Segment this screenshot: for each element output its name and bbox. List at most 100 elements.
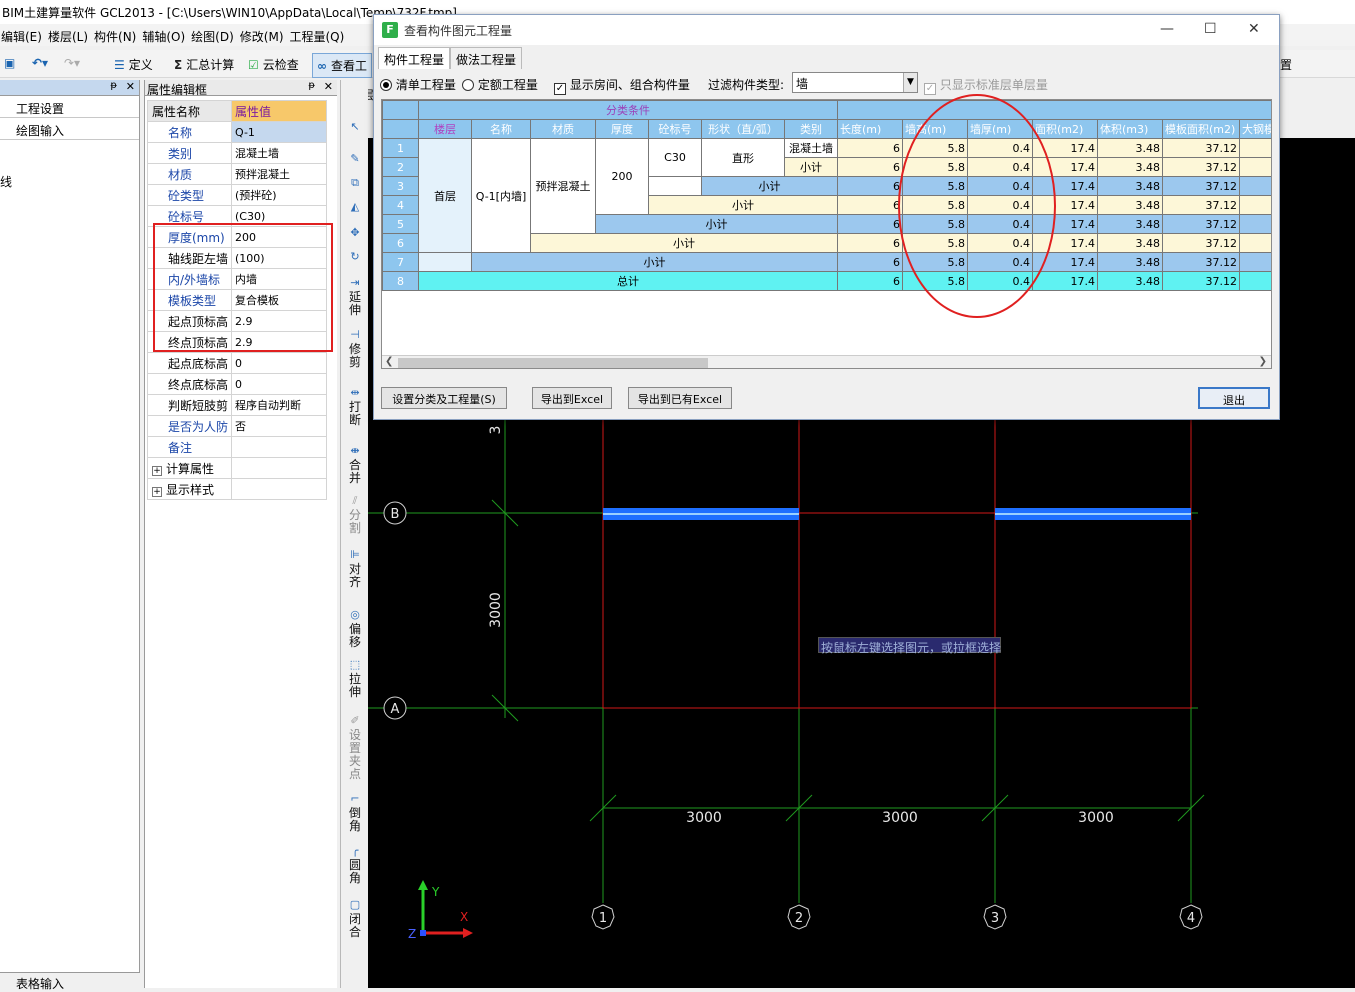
- exit-button[interactable]: 退出: [1198, 387, 1270, 409]
- close-icon[interactable]: ✕: [1248, 21, 1260, 37]
- chamfer-tool[interactable]: ⌐ 倒角: [345, 792, 365, 833]
- merge-tool[interactable]: ⇼ 合并: [345, 444, 365, 485]
- table-row[interactable]: 8 总计 6 5.8 0.4 17.4 3.48 37.12: [382, 271, 1271, 291]
- nav-panel: ᵽ ✕ 工程设置 绘图输入 线: [0, 80, 140, 972]
- expand-icon[interactable]: +: [152, 465, 162, 476]
- prop-value[interactable]: Q-1: [231, 121, 327, 143]
- menu-edit[interactable]: 编辑(E): [0, 24, 47, 45]
- col-header[interactable]: 砼标号: [648, 119, 702, 139]
- filter-type-select[interactable]: 墙 ▼: [792, 72, 918, 93]
- nav-item-drawing-input[interactable]: 绘图输入: [0, 118, 139, 140]
- table-row[interactable]: 7 小计 6 5.8 0.4 17.4 3.48 37.12: [382, 252, 1271, 272]
- scroll-thumb[interactable]: [398, 358, 708, 368]
- col-header[interactable]: 类别: [784, 119, 838, 139]
- move-icon[interactable]: ✥: [345, 226, 365, 241]
- col-header[interactable]: 形状（直/弧）: [701, 119, 785, 139]
- export-existing-excel-button[interactable]: 导出到已有Excel: [628, 387, 732, 409]
- tab-component-quantity[interactable]: 构件工程量: [378, 47, 451, 69]
- tab-method-quantity[interactable]: 做法工程量: [450, 47, 523, 69]
- prop-value[interactable]: 否: [231, 415, 327, 437]
- close-shape-icon: ▢: [349, 898, 361, 911]
- cell-total: 总计: [418, 271, 838, 291]
- tab-table-input[interactable]: 表格输入: [0, 972, 140, 991]
- close-tool[interactable]: ▢ 闭合: [345, 898, 365, 939]
- menu-modify[interactable]: 修改(M): [239, 24, 289, 45]
- group-header-blank: [836, 100, 1271, 120]
- radio-bill-quantity[interactable]: 清单工程量: [380, 76, 456, 93]
- grip-tool[interactable]: ✐ 设置夹点: [345, 714, 365, 781]
- extend-tool[interactable]: ⇥ 延伸: [345, 276, 365, 317]
- trim-tool[interactable]: ⊣ 修剪: [345, 328, 365, 369]
- cell-formwork: 37.12: [1162, 214, 1240, 234]
- col-header[interactable]: 体积(m3): [1097, 119, 1163, 139]
- offset-tool[interactable]: ◎ 偏移: [345, 608, 365, 649]
- menu-aux-axis[interactable]: 辅轴(O): [141, 24, 190, 45]
- col-header[interactable]: 面积(m2): [1032, 119, 1098, 139]
- sum-calc-button[interactable]: Σ 汇总计算: [174, 56, 234, 73]
- prop-group-display[interactable]: + 显示样式: [147, 478, 232, 500]
- checkbox-standard-floor[interactable]: ✓ 只显示标准层单层量: [924, 76, 1048, 95]
- corner-cell: [382, 100, 419, 120]
- row-number: 4: [382, 195, 419, 215]
- nav-item-project-settings[interactable]: 工程设置: [0, 96, 139, 118]
- prop-value[interactable]: [231, 436, 327, 458]
- prop-value[interactable]: 混凝土墙: [231, 142, 327, 164]
- checkbox-show-rooms[interactable]: ✓ 显示房间、组合构件量: [554, 76, 690, 95]
- set-classification-button[interactable]: 设置分类及工程量(S): [381, 387, 507, 409]
- rotate-icon[interactable]: ↻: [345, 250, 365, 265]
- prop-value[interactable]: 预拌混凝土: [231, 163, 327, 185]
- pen-icon[interactable]: ✎: [345, 152, 365, 167]
- pin-icon[interactable]: ᵽ: [308, 80, 315, 91]
- prop-group-calc[interactable]: + 计算属性: [147, 457, 232, 479]
- menu-floor[interactable]: 楼层(L): [47, 24, 93, 45]
- col-header[interactable]: 厚度: [595, 119, 649, 139]
- radio-quota-quantity[interactable]: 定额工程量: [462, 76, 538, 93]
- export-excel-button[interactable]: 导出到Excel: [532, 387, 612, 409]
- nav-tree-text[interactable]: 线: [0, 173, 12, 190]
- break-tool[interactable]: ⇹ 打断: [345, 386, 365, 427]
- close-icon[interactable]: ✕: [324, 80, 333, 93]
- glasses-icon: ∞: [317, 59, 327, 73]
- fillet-tool[interactable]: ╭ 圆角: [345, 844, 365, 885]
- minimize-icon[interactable]: —: [1160, 21, 1174, 37]
- col-header[interactable]: 长度(m): [837, 119, 903, 139]
- dialog-title: 查看构件图元工程量: [404, 24, 513, 38]
- col-header[interactable]: 大钢模: [1238, 119, 1271, 139]
- scroll-left-icon[interactable]: ❮: [385, 356, 393, 367]
- mirror-icon[interactable]: ◭: [345, 200, 365, 215]
- menu-component[interactable]: 构件(N): [93, 24, 141, 45]
- copy-icon[interactable]: ⧉: [345, 176, 365, 191]
- scroll-right-icon[interactable]: ❯: [1259, 356, 1267, 367]
- define-button[interactable]: ☰ 定义: [114, 56, 153, 73]
- quantity-dialog: F 查看构件图元工程量 — ☐ ✕ 构件工程量 做法工程量 清单工程量 定额工程…: [373, 14, 1280, 420]
- view-quantity-button[interactable]: ∞ 查看工: [312, 53, 373, 78]
- save-icon[interactable]: ▣: [4, 56, 19, 70]
- split-tool[interactable]: ⫽ 分割: [345, 494, 365, 535]
- col-header[interactable]: 材质: [530, 119, 596, 139]
- pin-icon[interactable]: ᵽ: [110, 80, 117, 91]
- prop-value[interactable]: 程序自动判断: [231, 394, 327, 416]
- cell-steel: [1238, 157, 1271, 177]
- prop-value[interactable]: 0: [231, 373, 327, 395]
- prop-value[interactable]: 0: [231, 352, 327, 374]
- cloud-check-button[interactable]: ☑ 云检查: [248, 56, 299, 73]
- close-icon[interactable]: ✕: [126, 80, 135, 93]
- undo-icon[interactable]: ↶▾: [32, 56, 52, 70]
- col-header[interactable]: 楼层: [418, 119, 472, 139]
- expand-icon[interactable]: +: [152, 486, 162, 497]
- redo-icon[interactable]: ↷▾: [64, 56, 80, 70]
- maximize-icon[interactable]: ☐: [1204, 21, 1217, 37]
- stretch-tool[interactable]: ⬚ 拉伸: [345, 658, 365, 699]
- col-header[interactable]: 名称: [471, 119, 531, 139]
- table-row[interactable]: 1 首层 Q-1[内墙] 预拌混凝土 200 C30 直形 混凝土墙 6 5.8…: [382, 138, 1271, 253]
- cursor-icon[interactable]: ↖: [345, 120, 365, 135]
- menu-quantity[interactable]: 工程量(Q): [289, 24, 350, 45]
- col-header[interactable]: 模板面积(m2): [1162, 119, 1240, 139]
- horizontal-scrollbar[interactable]: ❮ ❯: [382, 355, 1271, 368]
- stretch-icon: ⬚: [349, 658, 361, 671]
- menu-draw[interactable]: 绘图(D): [190, 24, 239, 45]
- prop-value[interactable]: (预拌砼): [231, 184, 327, 206]
- settings-button[interactable]: 置: [1280, 56, 1292, 73]
- cell-length: 6: [837, 271, 903, 291]
- align-tool[interactable]: ⊫ 对齐: [345, 548, 365, 589]
